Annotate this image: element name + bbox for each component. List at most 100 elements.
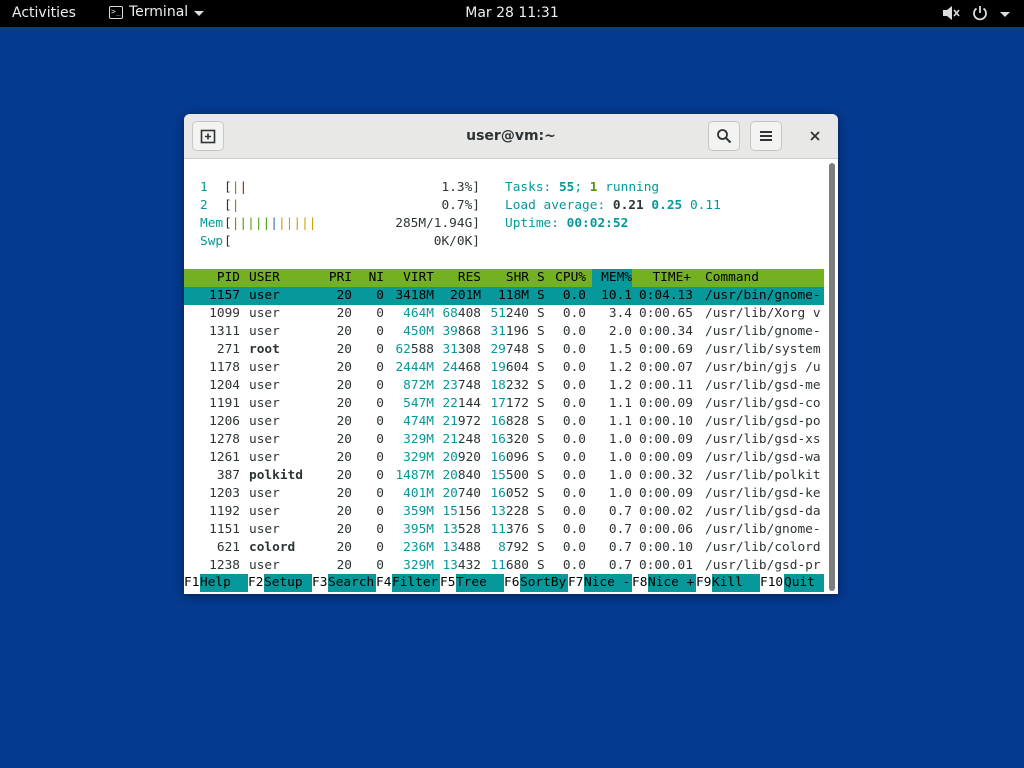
process-row[interactable]: 1278 user 20 0 329M 21248 16320 S 0.0 1.0 0:00.09 /… [184, 431, 824, 449]
cell-res: 20920 [442, 450, 481, 465]
process-row[interactable]: 1191 user 20 0 547M 22144 17172 S 0.0 1.1 0:00.09 /… [184, 395, 824, 413]
col-command[interactable]: Command [705, 269, 759, 287]
cell-user: user [249, 432, 280, 447]
fkey-label[interactable]: Search [328, 574, 376, 592]
cell-cpu: 0.0 [562, 306, 586, 321]
cell-s: S [537, 522, 545, 537]
menu-button[interactable] [750, 121, 782, 151]
terminal-content[interactable]: 1 [|| 1.3%] 2 [| 0.7%] Mem [||||||||||| … [184, 159, 838, 594]
cell-res: 24468 [442, 360, 481, 375]
fkey-label[interactable]: Nice + [648, 574, 696, 592]
fkey-f3[interactable]: F3 [312, 574, 327, 592]
process-row[interactable]: 271 root 20 0 62588 31308 29748 S 0.0 1.5 0:00.69 /… [184, 341, 824, 359]
cell-shr: 16320 [490, 432, 529, 447]
cell-pri: 20 [336, 558, 352, 573]
cell-mem: 1.5 [608, 342, 632, 357]
process-row[interactable]: 387 polkitd 20 0 1487M 20840 15500 S 0.0 1.0 0:00.… [184, 467, 824, 485]
fkey-f4[interactable]: F4 [376, 574, 391, 592]
col-time[interactable]: TIME+ [639, 269, 691, 287]
col-pid[interactable]: PID [184, 269, 240, 287]
col-user[interactable]: USER [249, 269, 280, 287]
cell-user: user [249, 324, 280, 339]
cell-res: 15156 [442, 504, 481, 519]
cell-shr: 29748 [490, 342, 529, 357]
cell-shr: 118M [498, 288, 529, 303]
process-row[interactable]: 1099 user 20 0 464M 68408 51240 S 0.0 3.4 0:00.65 /… [184, 305, 824, 323]
col-virt[interactable]: VIRT [389, 269, 434, 287]
fkey-f1[interactable]: F1 [184, 574, 199, 592]
fkey-label[interactable]: Tree [456, 574, 504, 592]
cell-virt: 236M [403, 540, 434, 555]
cell-command: /usr/lib/gsd-me [705, 378, 821, 393]
cell-pid: 1151 [209, 522, 240, 537]
activities-button[interactable]: Activities [12, 5, 76, 21]
fkey-label[interactable]: Help [200, 574, 248, 592]
process-row[interactable]: 1311 user 20 0 450M 39868 31196 S 0.0 2.0 0:00.34 /… [184, 323, 824, 341]
col-cpu[interactable]: CPU% [546, 269, 586, 287]
cell-ni: 0 [376, 432, 384, 447]
fkey-label[interactable]: SortBy [520, 574, 568, 592]
process-row[interactable]: 621 colord 20 0 236M 13488 8792 S 0.0 0.7 0:00.10 /… [184, 539, 824, 557]
cell-shr: 15500 [490, 468, 529, 483]
process-row[interactable]: 1192 user 20 0 359M 15156 13228 S 0.0 0.7 0:00.02 /… [184, 503, 824, 521]
cpu2-bar: [| [224, 198, 240, 213]
cell-pid: 387 [216, 468, 240, 483]
col-pri[interactable]: PRI [314, 269, 352, 287]
mem-value: 285M/1.94G] [395, 216, 480, 231]
fkey-f5[interactable]: F5 [440, 574, 455, 592]
fkey-label[interactable]: Nice - [584, 574, 632, 592]
process-row[interactable]: 1238 user 20 0 329M 13432 11680 S 0.0 0.7 0:00.01 /… [184, 557, 824, 575]
fkey-f8[interactable]: F8 [632, 574, 647, 592]
cell-virt: 450M [403, 324, 434, 339]
cell-virt: 1487M [395, 468, 434, 483]
fkey-label[interactable]: Setup [264, 574, 312, 592]
cell-user: user [249, 504, 280, 519]
col-res[interactable]: RES [436, 269, 481, 287]
cell-time: 0:00.06 [639, 522, 693, 537]
process-row[interactable]: 1151 user 20 0 395M 13528 11376 S 0.0 0.7 0:00.06 /… [184, 521, 824, 539]
process-table-header[interactable]: PID USER PRI NI VIRT RES SHR S CPU% MEM%… [184, 269, 824, 287]
cell-s: S [537, 288, 545, 303]
scrollbar-thumb[interactable] [829, 163, 835, 591]
cell-pri: 20 [336, 306, 352, 321]
process-row[interactable]: 1178 user 20 0 2444M 24468 19604 S 0.0 1.2 0:00.07… [184, 359, 824, 377]
cell-command: /usr/lib/gsd-pr [705, 558, 821, 573]
cell-command: /usr/lib/gsd-co [705, 396, 821, 411]
app-menu[interactable]: >_ Terminal [109, 4, 205, 20]
col-shr[interactable]: SHR [482, 269, 529, 287]
col-mem[interactable]: MEM% [592, 269, 632, 287]
process-row[interactable]: 1206 user 20 0 474M 21972 16828 S 0.0 1.1 0:00.10 /… [184, 413, 824, 431]
close-button[interactable] [799, 121, 831, 151]
fkey-f10[interactable]: F10 [760, 574, 783, 592]
search-button[interactable] [708, 121, 740, 151]
process-row[interactable]: 1204 user 20 0 872M 23748 18232 S 0.0 1.2 0:00.11 /… [184, 377, 824, 395]
cell-s: S [537, 324, 545, 339]
cell-cpu: 0.0 [562, 486, 586, 501]
cell-s: S [537, 486, 545, 501]
cell-ni: 0 [376, 540, 384, 555]
cell-mem: 0.7 [608, 558, 632, 573]
cell-time: 0:04.13 [639, 288, 693, 303]
cell-command: /usr/lib/gnome- [705, 522, 821, 537]
cell-virt: 329M [403, 450, 434, 465]
fkey-label[interactable]: Kill [712, 574, 760, 592]
process-row[interactable]: 1261 user 20 0 329M 20920 16096 S 0.0 1.0 0:00.09 /… [184, 449, 824, 467]
new-tab-button[interactable] [192, 121, 224, 151]
col-ni[interactable]: NI [354, 269, 384, 287]
fkey-label[interactable]: Filter [392, 574, 440, 592]
cell-res: 201M [450, 288, 481, 303]
fkey-f9[interactable]: F9 [696, 574, 711, 592]
system-menu[interactable] [942, 5, 1010, 21]
fkey-f2[interactable]: F2 [248, 574, 263, 592]
fkey-f6[interactable]: F6 [504, 574, 519, 592]
cell-user: user [249, 360, 280, 375]
process-row[interactable]: 1203 user 20 0 401M 20740 16052 S 0.0 1.0 0:00.09 /… [184, 485, 824, 503]
cell-user: user [249, 558, 280, 573]
cell-time: 0:00.32 [639, 468, 693, 483]
cell-cpu: 0.0 [562, 360, 586, 375]
process-row[interactable]: 1157 user 20 0 3418M 201M 118M S 0.0 10.1 0:04.13 /… [184, 287, 824, 305]
col-s[interactable]: S [537, 269, 545, 287]
fkey-f7[interactable]: F7 [568, 574, 583, 592]
mem-bar: [||||||||||| [224, 216, 317, 231]
cell-command: /usr/lib/gsd-xs [705, 432, 821, 447]
